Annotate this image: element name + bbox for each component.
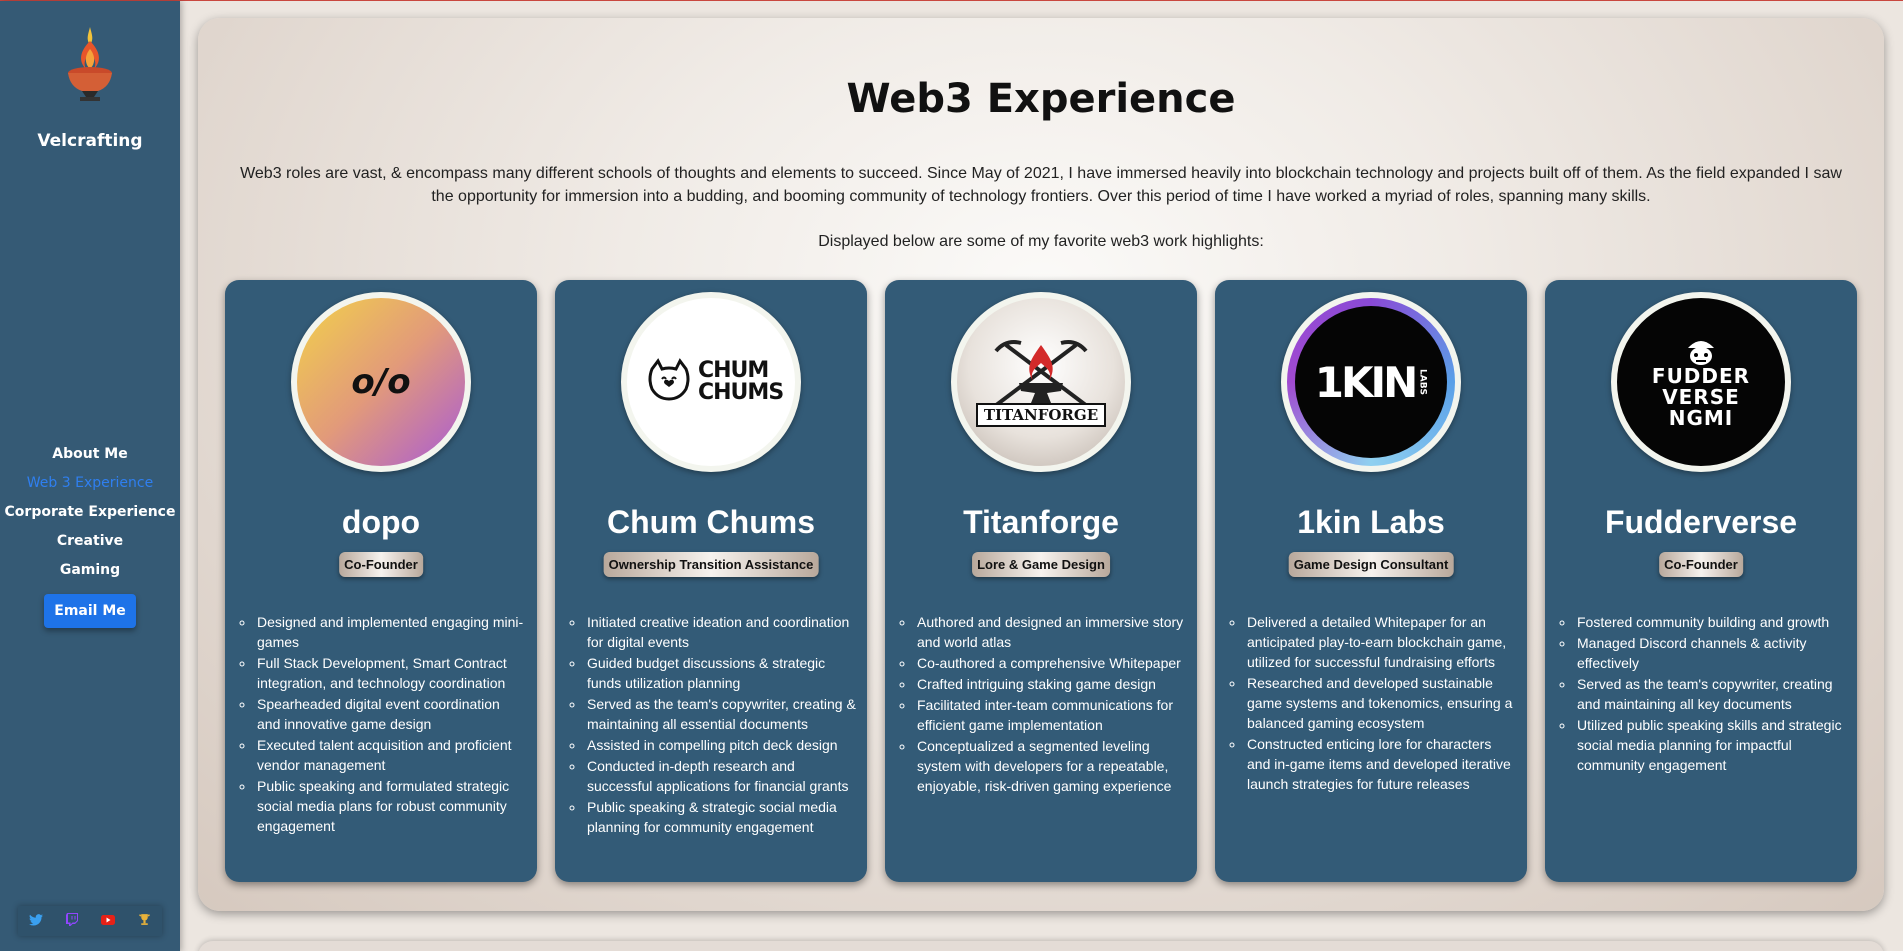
page-title: Web3 Experience bbox=[846, 76, 1236, 122]
list-item: Public speaking and formulated strategic… bbox=[255, 776, 527, 836]
titanforge-logo: TITANFORGE bbox=[951, 292, 1131, 472]
nav-corporate-experience[interactable]: Corporate Experience bbox=[5, 503, 176, 522]
list-item: Delivered a detailed Whitepaper for an a… bbox=[1245, 612, 1517, 672]
1kin-wordmark: 1KIN bbox=[1314, 357, 1419, 407]
list-item: Conducted in-depth research and successf… bbox=[585, 756, 857, 796]
list-item: Designed and implemented engaging mini-g… bbox=[255, 612, 527, 652]
sidebar: Velcrafting About Me Web 3 Experience Co… bbox=[0, 1, 180, 951]
intro-subtext: Displayed below are some of my favorite … bbox=[818, 233, 1264, 250]
titanforge-wordmark: TITANFORGE bbox=[975, 403, 1107, 427]
bullet-list: Fostered community building and growth M… bbox=[1575, 612, 1847, 776]
list-item: Full Stack Development, Smart Contract i… bbox=[255, 653, 527, 693]
email-me-button[interactable]: Email Me bbox=[44, 594, 136, 628]
twitter-icon[interactable] bbox=[29, 913, 44, 929]
bullet-list: Authored and designed an immersive story… bbox=[915, 612, 1187, 797]
list-item: Served as the team's copywriter, creatin… bbox=[585, 694, 857, 734]
dopo-logo-mark: o/o bbox=[351, 362, 411, 402]
card-title: Titanforge bbox=[963, 504, 1119, 540]
chum-chums-wordmark: CHUM CHUMS bbox=[698, 358, 784, 405]
logo-icon[interactable] bbox=[64, 25, 116, 103]
list-item: Served as the team's copywriter, creatin… bbox=[1575, 674, 1847, 714]
role-badge: Game Design Consultant bbox=[1288, 552, 1454, 577]
brand-name[interactable]: Velcrafting bbox=[37, 131, 142, 151]
card-title: dopo bbox=[341, 504, 421, 540]
nav-creative[interactable]: Creative bbox=[57, 532, 123, 551]
bullet-list: Delivered a detailed Whitepaper for an a… bbox=[1245, 612, 1517, 795]
card-chum-chums: CHUM CHUMS Chum Chums Ownership Transiti… bbox=[555, 280, 867, 882]
role-badge: Co-Founder bbox=[1659, 552, 1743, 577]
nav-web3-experience[interactable]: Web 3 Experience bbox=[27, 474, 153, 493]
list-item: Authored and designed an immersive story… bbox=[915, 612, 1187, 652]
list-item: Researched and developed sustainable gam… bbox=[1245, 673, 1517, 733]
list-item: Utilized public speaking skills and stra… bbox=[1575, 715, 1847, 775]
fudderverse-wordmark: FUDDER VERSE NGMI bbox=[1651, 363, 1751, 430]
card-fudderverse: FUDDER VERSE NGMI Fudderverse Co-Founder… bbox=[1545, 280, 1857, 882]
fudderverse-logo: FUDDER VERSE NGMI bbox=[1611, 292, 1791, 472]
list-item: Crafted intriguing staking game design bbox=[915, 674, 1187, 694]
1kin-labs-logo: 1KIN LABS bbox=[1281, 292, 1461, 472]
social-links bbox=[18, 906, 162, 936]
list-item: Fostered community building and growth bbox=[1575, 612, 1847, 632]
youtube-icon[interactable] bbox=[100, 914, 115, 928]
card-title: Fudderverse bbox=[1604, 504, 1798, 540]
sidebar-nav: About Me Web 3 Experience Corporate Expe… bbox=[5, 445, 176, 580]
trophy-icon[interactable] bbox=[138, 913, 151, 929]
list-item: Constructed enticing lore for characters… bbox=[1245, 734, 1517, 794]
list-item: Spearheaded digital event coordination a… bbox=[255, 694, 527, 734]
chum-chums-logo: CHUM CHUMS bbox=[621, 292, 801, 472]
list-item: Guided budget discussions & strategic fu… bbox=[585, 653, 857, 693]
twitch-icon[interactable] bbox=[66, 913, 79, 929]
card-1kin-labs: 1KIN LABS 1kin Labs Game Design Consulta… bbox=[1215, 280, 1527, 882]
1kin-logo-inner: 1KIN LABS bbox=[1295, 306, 1447, 458]
dopo-logo: o/o bbox=[291, 292, 471, 472]
nav-about-me[interactable]: About Me bbox=[52, 445, 127, 464]
list-item: Executed talent acquisition and proficie… bbox=[255, 735, 527, 775]
intro-text: Web3 roles are vast, & encompass many di… bbox=[240, 165, 1842, 205]
next-section-panel bbox=[198, 941, 1884, 951]
experience-cards: o/o dopo Co-Founder Designed and impleme… bbox=[225, 280, 1857, 882]
list-item: Conceptualized a segmented leveling syst… bbox=[915, 736, 1187, 796]
list-item: Public speaking & strategic social media… bbox=[585, 797, 857, 837]
role-badge: Co-Founder bbox=[339, 552, 423, 577]
bullet-list: Designed and implemented engaging mini-g… bbox=[255, 612, 527, 837]
card-dopo: o/o dopo Co-Founder Designed and impleme… bbox=[225, 280, 537, 882]
cat-icon bbox=[648, 358, 690, 401]
card-title: Chum Chums bbox=[607, 504, 815, 540]
labs-wordmark: LABS bbox=[1417, 368, 1428, 396]
list-item: Managed Discord channels & activity effe… bbox=[1575, 633, 1847, 673]
mascot-icon bbox=[1688, 340, 1714, 365]
nav-gaming[interactable]: Gaming bbox=[60, 561, 120, 580]
card-title: 1kin Labs bbox=[1297, 504, 1445, 540]
list-item: Facilitated inter-team communications fo… bbox=[915, 695, 1187, 735]
list-item: Co-authored a comprehensive Whitepaper bbox=[915, 653, 1187, 673]
role-badge: Lore & Game Design bbox=[972, 552, 1110, 577]
card-titanforge: TITANFORGE Titanforge Lore & Game Design… bbox=[885, 280, 1197, 882]
list-item: Initiated creative ideation and coordina… bbox=[585, 612, 857, 652]
list-item: Assisted in compelling pitch deck design bbox=[585, 735, 857, 755]
bullet-list: Initiated creative ideation and coordina… bbox=[585, 612, 857, 838]
role-badge: Ownership Transition Assistance bbox=[603, 552, 819, 577]
main-panel: Web3 Experience Web3 roles are vast, & e… bbox=[198, 18, 1884, 911]
